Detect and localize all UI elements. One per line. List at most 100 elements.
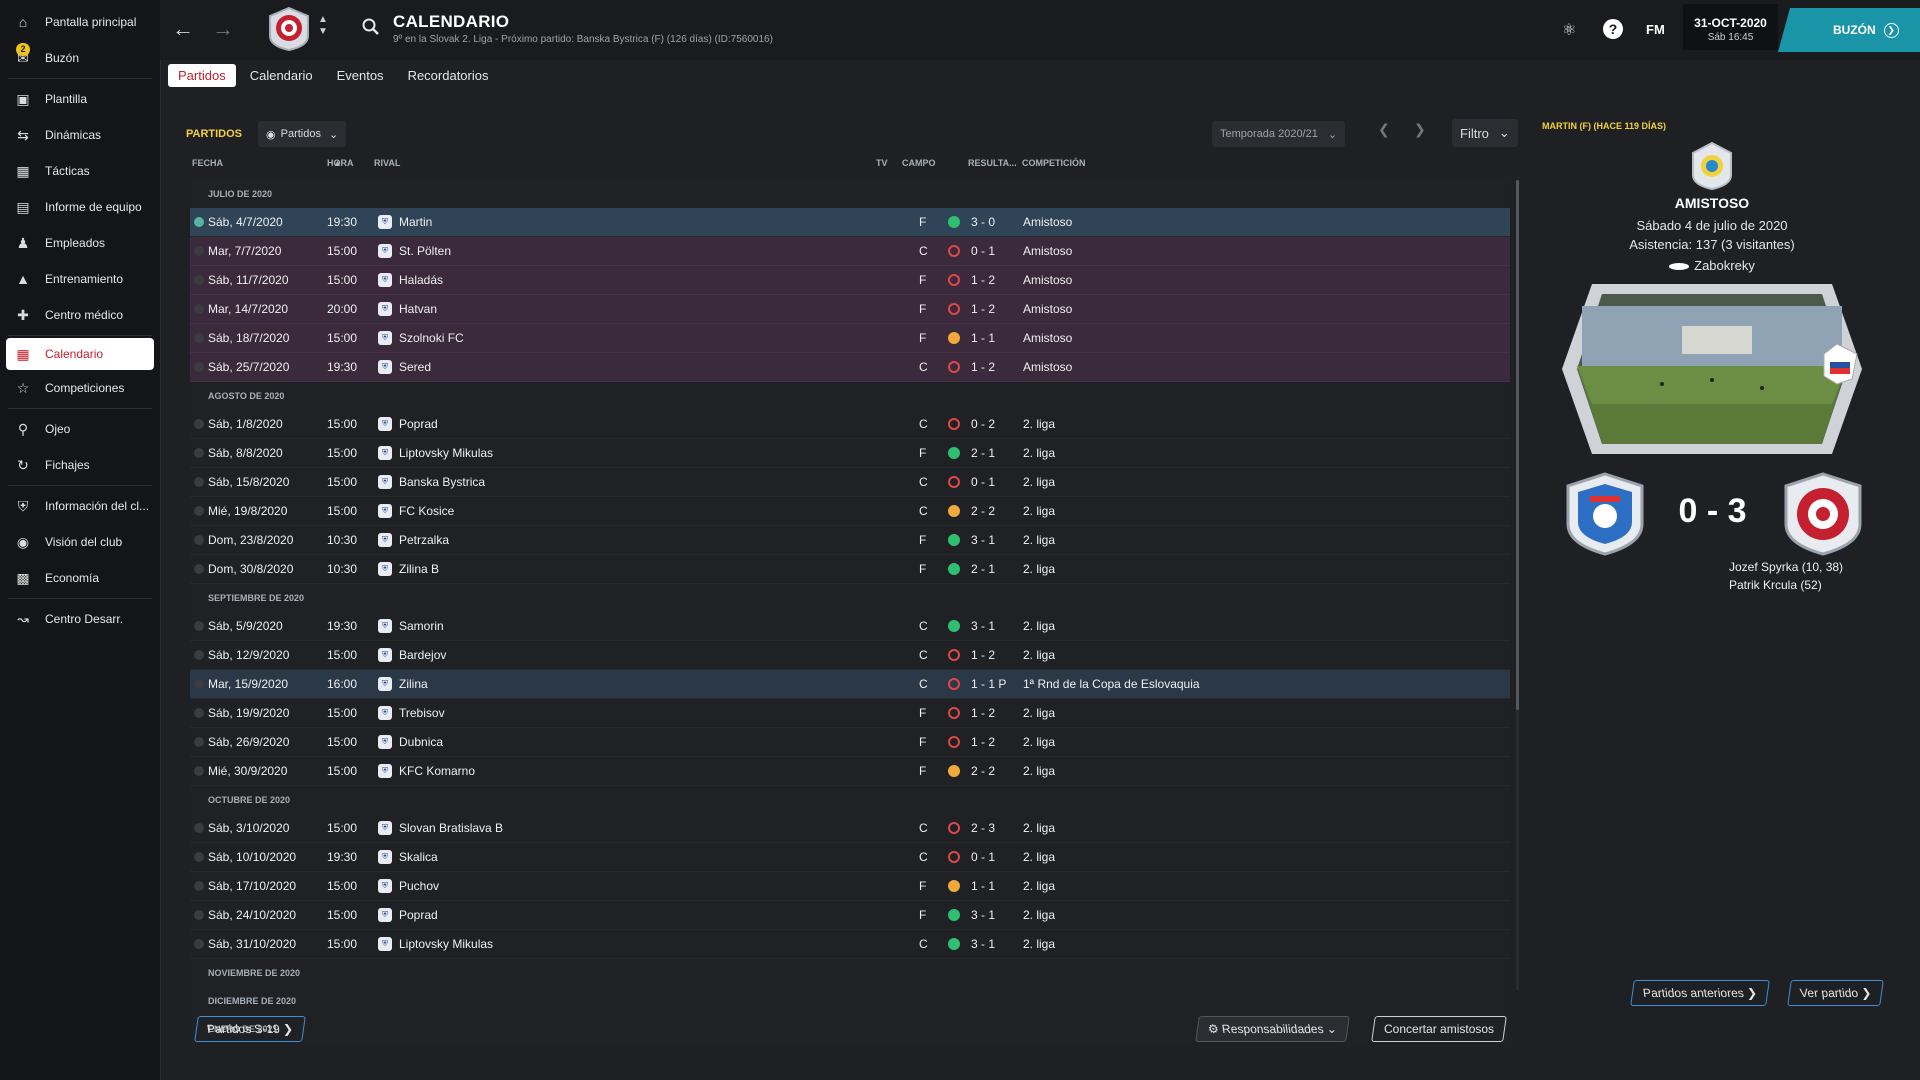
game-date-box[interactable]: 31-OCT-2020 Sáb 16:45 [1683, 4, 1778, 50]
fixture-opponent[interactable]: Trebisov [399, 699, 445, 727]
fixture-competition[interactable]: 2. liga [1023, 526, 1055, 554]
column-header-venue[interactable]: CAMPO [902, 158, 936, 168]
row-select-icon[interactable] [194, 506, 204, 516]
fixture-competition[interactable]: 2. liga [1023, 439, 1055, 467]
row-select-icon[interactable] [194, 477, 204, 487]
scrollbar-thumb[interactable] [1516, 180, 1519, 710]
fixture-result[interactable]: 0 - 1 [971, 468, 995, 496]
fixture-row[interactable]: Sáb, 24/10/2020 15:00 ⛨ Poprad F 3 - 1 2… [190, 901, 1510, 930]
fixture-opponent[interactable]: Poprad [399, 901, 438, 929]
fm-menu-button[interactable]: FM [1646, 22, 1665, 37]
column-header-opponent[interactable]: RIVAL [374, 158, 400, 168]
fixture-opponent[interactable]: Hatvan [399, 295, 437, 323]
fixture-competition[interactable]: 2. liga [1023, 468, 1055, 496]
fixture-competition[interactable]: Amistoso [1023, 295, 1072, 323]
fixture-result[interactable]: 3 - 1 [971, 930, 995, 958]
fixture-competition[interactable]: Amistoso [1023, 237, 1072, 265]
row-select-icon[interactable] [194, 275, 204, 285]
row-select-icon[interactable] [194, 333, 204, 343]
column-header-date[interactable]: FECHA ▲ [192, 158, 342, 168]
fixture-opponent[interactable]: Petrzalka [399, 526, 449, 554]
prev-season-icon[interactable]: ❮ [1378, 121, 1390, 138]
fixture-opponent[interactable]: Slovan Bratislava B [399, 814, 503, 842]
fixture-competition[interactable]: Amistoso [1023, 353, 1072, 381]
sidebar-item-empleados[interactable]: ♟ Empleados [0, 225, 160, 261]
row-select-icon[interactable] [194, 766, 204, 776]
fixture-row[interactable]: Sáb, 19/9/2020 15:00 ⛨ Trebisov F 1 - 2 … [190, 699, 1510, 728]
fixture-result[interactable]: 1 - 2 [971, 295, 995, 323]
club-switch-arrows-icon[interactable]: ▲ ▼ [318, 14, 328, 38]
sidebar-item-vision-del-club[interactable]: ◉ Visión del club [0, 524, 160, 560]
row-select-icon[interactable] [194, 564, 204, 574]
fixture-competition[interactable]: 2. liga [1023, 814, 1055, 842]
row-select-icon[interactable] [194, 217, 204, 227]
sidebar-item-calendario[interactable]: ▦ Calendario [6, 338, 154, 370]
fixture-row[interactable]: Dom, 23/8/2020 10:30 ⛨ Petrzalka F 3 - 1… [190, 526, 1510, 555]
fixture-opponent[interactable]: Szolnoki FC [399, 324, 464, 352]
row-select-icon[interactable] [194, 621, 204, 631]
next-season-icon[interactable]: ❯ [1414, 121, 1426, 138]
fixture-competition[interactable]: 2. liga [1023, 843, 1055, 871]
globe-icon[interactable]: ⚛ [1562, 20, 1576, 40]
search-icon[interactable] [362, 18, 380, 36]
fixture-result[interactable]: 3 - 1 [971, 612, 995, 640]
fixture-row[interactable]: Sáb, 10/10/2020 19:30 ⛨ Skalica C 0 - 1 … [190, 843, 1510, 872]
continue-inbox-button[interactable]: BUZÓN ❯ [1778, 8, 1920, 52]
column-header-tv[interactable]: TV [876, 158, 888, 168]
fixture-row[interactable]: Sáb, 5/9/2020 19:30 ⛨ Samorin C 3 - 1 2.… [190, 612, 1510, 641]
club-crest-icon[interactable] [268, 6, 310, 52]
fixture-opponent[interactable]: Puchov [399, 872, 439, 900]
sidebar-item-fichajes[interactable]: ↻ Fichajes [0, 447, 160, 483]
row-select-icon[interactable] [194, 852, 204, 862]
fixture-opponent[interactable]: Sered [399, 353, 431, 381]
fixture-result[interactable]: 2 - 2 [971, 497, 995, 525]
row-select-icon[interactable] [194, 362, 204, 372]
fixture-row[interactable]: Sáb, 26/9/2020 15:00 ⛨ Dubnica F 1 - 2 2… [190, 728, 1510, 757]
fixture-competition[interactable]: 2. liga [1023, 872, 1055, 900]
row-select-icon[interactable] [194, 679, 204, 689]
fixture-opponent[interactable]: Skalica [399, 843, 438, 871]
fixture-result[interactable]: 1 - 1 P [971, 670, 1006, 698]
sidebar-item-pantalla-principal[interactable]: ⌂ Pantalla principal [0, 4, 160, 40]
fixture-row[interactable]: Sáb, 17/10/2020 15:00 ⛨ Puchov F 1 - 1 2… [190, 872, 1510, 901]
fixture-result[interactable]: 3 - 1 [971, 901, 995, 929]
fixture-row[interactable]: Sáb, 8/8/2020 15:00 ⛨ Liptovsky Mikulas … [190, 439, 1510, 468]
row-select-icon[interactable] [194, 650, 204, 660]
fixture-result[interactable]: 1 - 2 [971, 641, 995, 669]
previous-matches-button[interactable]: Partidos anteriores ❯ [1630, 980, 1770, 1006]
fixture-row[interactable]: Mié, 19/8/2020 15:00 ⛨ FC Kosice C 2 - 2… [190, 497, 1510, 526]
fixture-result[interactable]: 3 - 1 [971, 526, 995, 554]
fixture-opponent[interactable]: Banska Bystrica [399, 468, 485, 496]
row-select-icon[interactable] [194, 910, 204, 920]
fixture-competition[interactable]: Amistoso [1023, 208, 1072, 236]
column-header-time[interactable]: HORA [327, 158, 354, 168]
fixture-competition[interactable]: 2. liga [1023, 728, 1055, 756]
help-icon[interactable]: ? [1603, 19, 1623, 39]
sidebar-item-informe-de-equipo[interactable]: ▤ Informe de equipo [0, 189, 160, 225]
fixture-result[interactable]: 0 - 1 [971, 237, 995, 265]
fixture-row[interactable]: Sáb, 3/10/2020 15:00 ⛨ Slovan Bratislava… [190, 814, 1510, 843]
arrange-friendlies-button[interactable]: Concertar amistosos [1371, 1016, 1507, 1042]
filter-dropdown[interactable]: Filtro ⌄ [1452, 119, 1518, 147]
fixture-opponent[interactable]: Zilina [399, 670, 428, 698]
fixture-row[interactable]: Sáb, 18/7/2020 15:00 ⛨ Szolnoki FC F 1 -… [190, 324, 1510, 353]
fixture-result[interactable]: 0 - 2 [971, 410, 995, 438]
fixture-row[interactable]: Mié, 30/9/2020 15:00 ⛨ KFC Komarno F 2 -… [190, 757, 1510, 786]
fixture-row[interactable]: Dom, 30/8/2020 10:30 ⛨ Zilina B F 2 - 1 … [190, 555, 1510, 584]
sidebar-item-buzon[interactable]: ✉ 2 Buzón [0, 40, 160, 76]
row-select-icon[interactable] [194, 939, 204, 949]
fixture-competition[interactable]: 2. liga [1023, 641, 1055, 669]
sidebar-item-plantilla[interactable]: ▣ Plantilla [0, 81, 160, 117]
fixture-competition[interactable]: 2. liga [1023, 930, 1055, 958]
fixture-competition[interactable]: 2. liga [1023, 497, 1055, 525]
sidebar-item-centro-medico[interactable]: ✚ Centro médico [0, 297, 160, 333]
fixture-opponent[interactable]: Martin [399, 208, 432, 236]
fixture-competition[interactable]: 2. liga [1023, 757, 1055, 785]
tab-recordatorios[interactable]: Recordatorios [398, 64, 499, 87]
fixture-opponent[interactable]: Dubnica [399, 728, 443, 756]
sidebar-item-centro-desarr[interactable]: ↝ Centro Desarr. [0, 601, 160, 637]
fixture-competition[interactable]: 2. liga [1023, 555, 1055, 583]
fixture-row[interactable]: Sáb, 31/10/2020 15:00 ⛨ Liptovsky Mikula… [190, 930, 1510, 959]
row-select-icon[interactable] [194, 419, 204, 429]
view-match-button[interactable]: Ver partido ❯ [1787, 980, 1885, 1006]
